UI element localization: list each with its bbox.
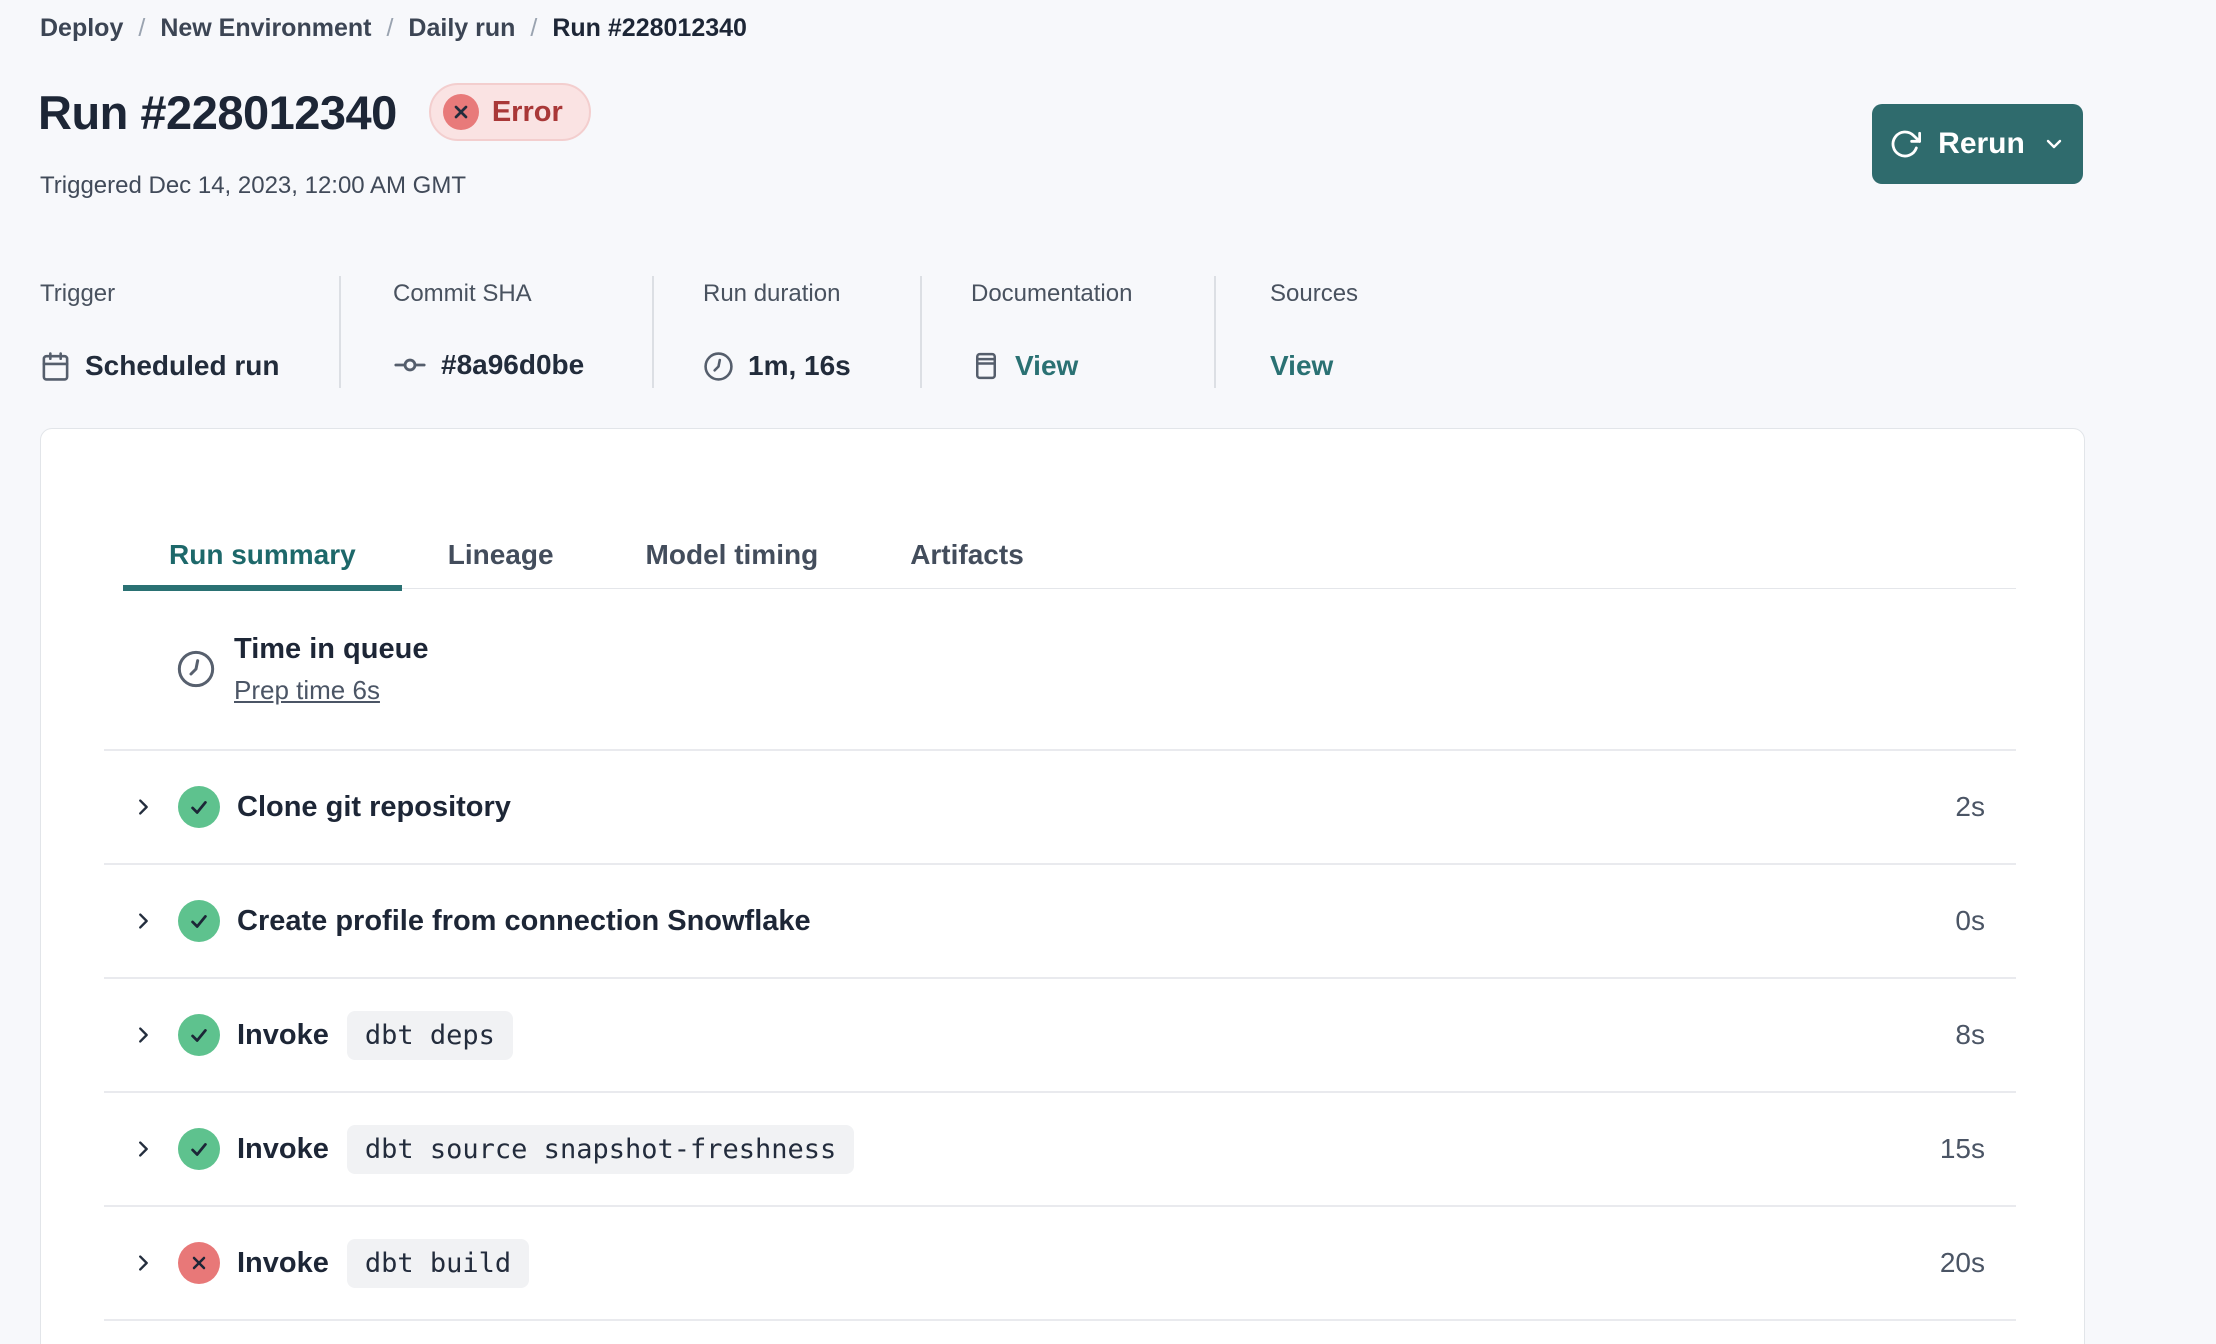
command-badge: dbt deps	[346, 1010, 513, 1060]
step-name: Clone git repository	[237, 790, 511, 823]
tab-bar: Run summary Lineage Model timing Artifac…	[123, 525, 2016, 591]
tab-run-summary[interactable]: Run summary	[123, 525, 402, 591]
calendar-icon	[40, 351, 71, 382]
meta-trigger: Trigger Scheduled run	[40, 276, 341, 388]
run-detail-page: Deploy / New Environment / Daily run / R…	[0, 0, 2216, 1344]
prep-time-link[interactable]: Prep time 6s	[234, 675, 428, 706]
breadcrumb-environment[interactable]: New Environment	[160, 14, 371, 43]
meta-sources: Sources View	[1216, 276, 1436, 388]
error-circle-icon	[442, 94, 479, 130]
step-duration: 0s	[1955, 905, 1985, 936]
step-row-dbt-deps[interactable]: Invoke dbt deps 8s	[104, 979, 2016, 1093]
step-row-create-profile[interactable]: Create profile from connection Snowflake…	[104, 865, 2016, 979]
meta-commit-value: #8a96d0be	[441, 349, 585, 380]
meta-sources-label: Sources	[1270, 280, 1359, 307]
chevron-right-icon[interactable]	[132, 796, 154, 818]
tab-model-timing[interactable]: Model timing	[600, 525, 865, 591]
meta-commit-label: Commit SHA	[393, 280, 532, 307]
meta-trigger-label: Trigger	[40, 280, 116, 307]
meta-documentation: Documentation View	[922, 276, 1216, 388]
step-duration: 8s	[1955, 1019, 1985, 1050]
success-check-icon	[178, 900, 220, 942]
chevron-right-icon[interactable]	[132, 1138, 154, 1160]
status-badge: Error	[428, 83, 591, 141]
meta-documentation-label: Documentation	[971, 280, 1133, 307]
triggered-timestamp: Triggered Dec 14, 2023, 12:00 AM GMT	[40, 172, 466, 199]
status-badge-label: Error	[491, 95, 563, 128]
meta-duration-label: Run duration	[703, 280, 841, 307]
breadcrumb-separator: /	[138, 14, 146, 42]
meta-duration: Run duration 1m, 16s	[654, 276, 922, 388]
tab-artifacts[interactable]: Artifacts	[864, 525, 1070, 591]
rerun-button[interactable]: Rerun	[1872, 104, 2083, 184]
sources-view-link[interactable]: View	[1270, 350, 1333, 382]
step-name: Invoke	[237, 1246, 329, 1279]
step-row-dbt-build[interactable]: Invoke dbt build 20s	[104, 1207, 2016, 1321]
success-check-icon	[178, 786, 220, 828]
command-badge: dbt build	[346, 1238, 530, 1288]
title-row: Run #228012340 Error	[38, 83, 591, 141]
time-in-queue-title: Time in queue	[234, 632, 429, 665]
chevron-down-icon	[2042, 132, 2066, 156]
breadcrumb-separator: /	[530, 14, 538, 42]
commit-icon	[393, 348, 427, 382]
run-step-list: Time in queue Prep time 6s Clone git rep…	[104, 589, 2016, 1321]
meta-trigger-value: Scheduled run	[85, 350, 280, 381]
step-duration: 20s	[1939, 1247, 1985, 1278]
step-name: Create profile from connection Snowflake	[237, 904, 811, 937]
tab-lineage[interactable]: Lineage	[402, 525, 600, 591]
clock-icon	[703, 351, 734, 382]
breadcrumb-deploy[interactable]: Deploy	[40, 14, 123, 43]
step-row-clone-git[interactable]: Clone git repository 2s	[104, 751, 2016, 865]
time-in-queue-block: Time in queue Prep time 6s	[104, 589, 2016, 751]
breadcrumb: Deploy / New Environment / Daily run / R…	[40, 14, 747, 43]
run-summary-card: Run summary Lineage Model timing Artifac…	[40, 428, 2085, 1344]
success-check-icon	[178, 1128, 220, 1170]
step-duration: 2s	[1955, 791, 1985, 822]
clock-icon	[176, 649, 216, 689]
step-name: Invoke	[237, 1018, 329, 1051]
docs-icon	[971, 351, 1001, 381]
step-duration: 15s	[1939, 1133, 1985, 1164]
refresh-icon	[1889, 128, 1922, 160]
breadcrumb-current-run: Run #228012340	[552, 14, 747, 42]
error-x-icon	[178, 1242, 220, 1284]
command-badge: dbt source snapshot-freshness	[346, 1124, 855, 1174]
chevron-right-icon[interactable]	[132, 1024, 154, 1046]
chevron-right-icon[interactable]	[132, 910, 154, 932]
step-name: Invoke	[237, 1132, 329, 1165]
step-row-source-freshness[interactable]: Invoke dbt source snapshot-freshness 15s	[104, 1093, 2016, 1207]
breadcrumb-separator: /	[386, 14, 394, 42]
success-check-icon	[178, 1014, 220, 1056]
run-meta-row: Trigger Scheduled run Commit SHA #8a96d0…	[40, 276, 1436, 388]
meta-duration-value: 1m, 16s	[748, 350, 851, 381]
meta-commit: Commit SHA #8a96d0be	[341, 276, 654, 388]
chevron-right-icon[interactable]	[132, 1252, 154, 1274]
rerun-button-label: Rerun	[1938, 127, 2025, 160]
breadcrumb-job[interactable]: Daily run	[408, 14, 515, 43]
page-title: Run #228012340	[38, 85, 397, 139]
documentation-view-link[interactable]: View	[1015, 350, 1078, 382]
